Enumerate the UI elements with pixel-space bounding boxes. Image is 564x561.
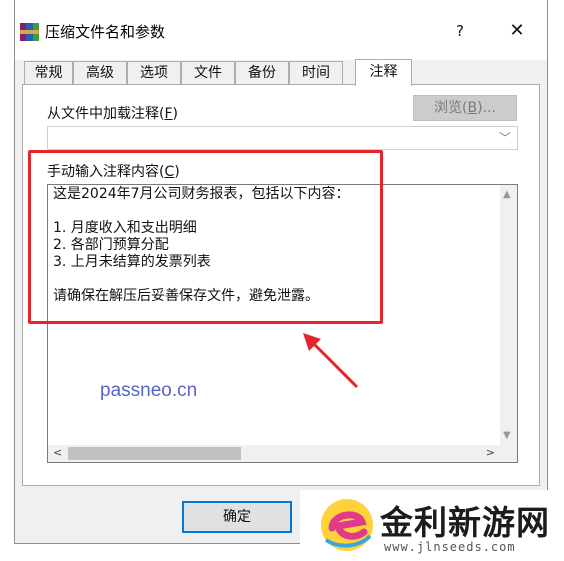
scroll-down-icon[interactable]: ▼ bbox=[503, 430, 511, 441]
horizontal-scrollbar[interactable]: < > bbox=[48, 445, 500, 462]
tab-general[interactable]: 常规 bbox=[24, 61, 73, 84]
brand-name: 金利新游网 bbox=[380, 503, 550, 542]
close-button[interactable]: ✕ bbox=[503, 18, 531, 44]
brand-logo: 金利新游网 www.jlnseeds.com bbox=[300, 490, 564, 561]
browse-label-text: 浏览( bbox=[434, 100, 468, 116]
title-bar: 压缩文件名和参数 ? ✕ bbox=[15, 0, 547, 60]
load-comment-label: 从文件中加载注释(F) bbox=[47, 103, 178, 123]
load-label-hotkey: F bbox=[164, 106, 173, 122]
chevron-down-icon[interactable]: ﹀ bbox=[499, 129, 511, 146]
load-label-close: ) bbox=[172, 106, 178, 122]
tab-advanced[interactable]: 高级 bbox=[73, 61, 127, 84]
comment-file-combobox[interactable]: ﹀ bbox=[47, 126, 518, 150]
tab-files[interactable]: 文件 bbox=[181, 61, 235, 84]
help-button[interactable]: ? bbox=[446, 18, 474, 44]
scrollbar-corner bbox=[500, 445, 517, 462]
browse-label-suffix: )... bbox=[477, 100, 496, 116]
load-label-text: 从文件中加载注释( bbox=[47, 106, 165, 122]
tab-backup[interactable]: 备份 bbox=[235, 61, 289, 84]
horizontal-scroll-thumb[interactable] bbox=[68, 447, 241, 460]
brand-mark-icon bbox=[321, 499, 373, 551]
scroll-up-icon[interactable]: ▲ bbox=[503, 189, 511, 200]
tab-options[interactable]: 选项 bbox=[127, 61, 181, 84]
tab-comment[interactable]: 注释 bbox=[355, 59, 412, 86]
scroll-right-icon[interactable]: > bbox=[486, 446, 495, 459]
brand-url: www.jlnseeds.com bbox=[384, 540, 516, 554]
browse-hotkey: B bbox=[467, 100, 478, 116]
highlight-annotation-box bbox=[28, 150, 383, 324]
window-title: 压缩文件名和参数 bbox=[45, 23, 166, 41]
tab-time[interactable]: 时间 bbox=[289, 61, 343, 84]
vertical-scrollbar[interactable]: ▲ ▼ bbox=[500, 185, 517, 445]
winrar-app-icon bbox=[20, 23, 39, 41]
watermark-text: passneo.cn bbox=[100, 380, 198, 401]
ok-button[interactable]: 确定 bbox=[182, 501, 292, 533]
annotation-arrow-icon bbox=[303, 333, 359, 389]
scroll-left-icon[interactable]: < bbox=[53, 446, 62, 459]
browse-button[interactable]: 浏览(B)... bbox=[413, 95, 517, 121]
